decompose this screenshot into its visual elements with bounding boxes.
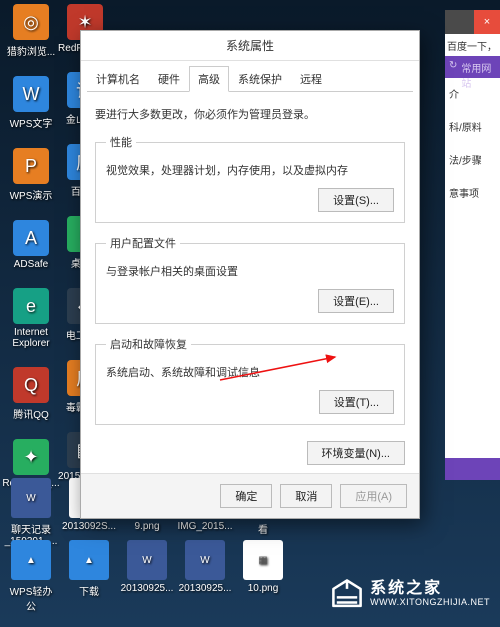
desktop-thumbs-row-2: ▲WPS轻办公▲下载W20130925...W20130925...▦10.pn… xyxy=(6,540,288,613)
browser-window: × 百度一下，你就知道 ↻常用网站 介科/原料法/步骤意事项 xyxy=(445,10,500,480)
desktop-icon[interactable]: e Internet Explorer xyxy=(6,288,56,349)
file-label: 2013092S... xyxy=(62,521,116,532)
icon-label: Internet Explorer xyxy=(6,327,56,349)
file-icon: W xyxy=(185,540,225,580)
icon-label: 腾讯QQ xyxy=(13,406,49,421)
icon-label: 猎豹浏览... xyxy=(7,43,55,58)
user-profile-settings-button[interactable]: 设置(E)... xyxy=(318,289,394,313)
file-label: 20130925... xyxy=(179,583,232,594)
user-profile-group: 用户配置文件 与登录帐户相关的桌面设置 设置(E)... xyxy=(95,235,405,324)
icon-label: WPS演示 xyxy=(10,187,53,202)
watermark-url: WWW.XITONGZHIJIA.NET xyxy=(370,598,490,608)
side-content-item: 介 xyxy=(449,86,496,101)
performance-legend: 性能 xyxy=(106,134,136,150)
desktop-file[interactable]: ▲WPS轻办公 xyxy=(6,540,56,613)
file-icon: ▲ xyxy=(11,540,51,580)
performance-group: 性能 视觉效果，处理器计划，内存使用，以及虚拟内存 设置(S)... xyxy=(95,134,405,223)
app-icon: P xyxy=(13,148,49,184)
side-content-item: 法/步骤 xyxy=(449,152,496,167)
icon-label: ADSafe xyxy=(14,259,48,270)
desktop-file[interactable]: ▦ 10.png xyxy=(238,540,288,613)
dialog-footer: 确定 取消 应用(A) xyxy=(81,473,419,518)
startup-desc: 系统启动、系统故障和调试信息 xyxy=(106,364,394,380)
app-icon: W xyxy=(13,76,49,112)
file-label: WPS轻办公 xyxy=(6,583,56,613)
environment-variables-button[interactable]: 环境变量(N)... xyxy=(307,441,405,465)
dialog-tabs: 计算机名硬件高级系统保护远程 xyxy=(87,65,413,92)
startup-recovery-group: 启动和故障恢复 系统启动、系统故障和调试信息 设置(T)... xyxy=(95,336,405,425)
file-icon: ▦ xyxy=(243,540,283,580)
file-label: 10.png xyxy=(248,583,279,594)
app-icon: Q xyxy=(13,367,49,403)
performance-desc: 视觉效果，处理器计划，内存使用，以及虚拟内存 xyxy=(106,162,394,178)
file-label: 9.png xyxy=(134,521,159,532)
close-icon[interactable]: × xyxy=(474,10,500,34)
side-content-item: 意事项 xyxy=(449,185,496,200)
dialog-title: 系统属性 xyxy=(81,31,419,61)
file-label: 下载 xyxy=(79,583,99,598)
side-content-item: 科/原料 xyxy=(449,119,496,134)
tab-远程[interactable]: 远程 xyxy=(291,66,331,92)
file-label: IMG_2015... xyxy=(177,521,232,532)
watermark-logo-icon xyxy=(330,577,364,611)
file-icon: W xyxy=(127,540,167,580)
ok-button[interactable]: 确定 xyxy=(220,484,272,508)
user-profile-legend: 用户配置文件 xyxy=(106,235,180,251)
desktop-file[interactable]: ▲ 下载 xyxy=(64,540,114,613)
startup-settings-button[interactable]: 设置(T)... xyxy=(319,390,394,414)
cancel-button[interactable]: 取消 xyxy=(280,484,332,508)
desktop-icon[interactable]: P WPS演示 xyxy=(6,148,56,202)
watermark: 系统之家 WWW.XITONGZHIJIA.NET xyxy=(330,577,490,611)
watermark-title: 系统之家 xyxy=(370,580,490,598)
performance-settings-button[interactable]: 设置(S)... xyxy=(318,188,394,212)
file-label: 20130925... xyxy=(121,583,174,594)
file-icon: ▲ xyxy=(69,540,109,580)
file-label: 看 xyxy=(258,521,268,536)
app-icon: e xyxy=(13,288,49,324)
startup-legend: 启动和故障恢复 xyxy=(106,336,191,352)
desktop-file[interactable]: W 20130925... xyxy=(122,540,172,613)
tab-计算机名[interactable]: 计算机名 xyxy=(87,66,149,92)
system-properties-dialog: 系统属性 计算机名硬件高级系统保护远程 要进行大多数更改，你必须作为管理员登录。… xyxy=(80,30,420,519)
user-profile-desc: 与登录帐户相关的桌面设置 xyxy=(106,263,394,279)
browser-search-text: 百度一下，你就知道 xyxy=(445,34,500,56)
browser-titlebar: × xyxy=(445,10,500,34)
app-icon: ✦ xyxy=(13,439,49,475)
desktop-file[interactable]: W 20130925... xyxy=(180,540,230,613)
desktop-file[interactable]: W聊天记录_150301_... xyxy=(6,478,56,547)
file-icon: W xyxy=(11,478,51,518)
tab-系统保护[interactable]: 系统保护 xyxy=(229,66,291,92)
desktop-icon[interactable]: Q 腾讯QQ xyxy=(6,367,56,421)
admin-hint: 要进行大多数更改，你必须作为管理员登录。 xyxy=(95,106,405,122)
desktop-icon[interactable]: A ADSafe xyxy=(6,220,56,270)
apply-button[interactable]: 应用(A) xyxy=(340,484,407,508)
tab-高级[interactable]: 高级 xyxy=(189,66,229,92)
browser-nav: ↻常用网站 xyxy=(445,56,500,78)
app-icon: A xyxy=(13,220,49,256)
tab-硬件[interactable]: 硬件 xyxy=(149,66,189,92)
desktop-icon[interactable]: ◎ 猎豹浏览... xyxy=(6,4,56,58)
desktop-icons-col1: ◎ 猎豹浏览... W WPS文字 P WPS演示 A ADSafe e Internet Exp… xyxy=(6,4,56,489)
desktop-icon[interactable]: W WPS文字 xyxy=(6,76,56,130)
app-icon: ◎ xyxy=(13,4,49,40)
icon-label: WPS文字 xyxy=(10,115,53,130)
